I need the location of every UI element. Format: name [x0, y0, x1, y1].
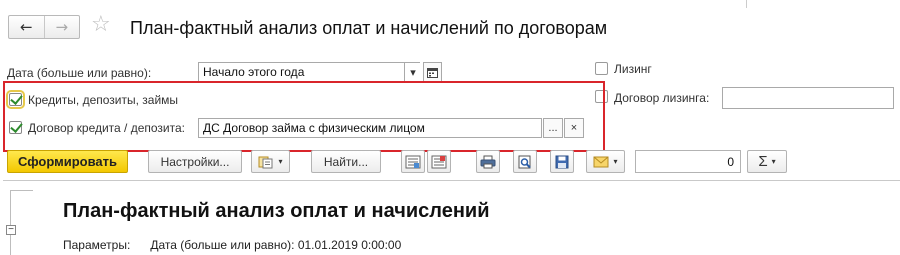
report-variants-icon [258, 156, 273, 168]
report-grouping-gutter [10, 190, 33, 255]
leasing-label: Лизинг [614, 62, 652, 76]
credit-contract-label: Договор кредита / депозита: [28, 121, 186, 135]
chevron-down-icon: ▾ [410, 66, 416, 79]
params-value: Дата (больше или равно): 01.01.2019 0:00… [150, 238, 402, 252]
sigma-icon: Σ [758, 153, 768, 170]
chevron-down-icon: ▾ [278, 157, 283, 166]
settings-button[interactable]: Настройки... [148, 150, 242, 173]
save-button[interactable] [550, 150, 574, 173]
printer-icon [480, 155, 496, 168]
collapse-groups-button[interactable] [401, 150, 425, 173]
group-collapse-icon [405, 155, 421, 168]
print-preview-icon [518, 155, 531, 168]
leasing-contract-label: Договор лизинга: [614, 91, 710, 105]
leasing-checkbox[interactable] [595, 62, 608, 75]
send-email-button[interactable]: ▾ [586, 150, 625, 173]
credits-checkbox[interactable] [6, 90, 25, 109]
selected-cells-sum-field[interactable]: 0 [635, 150, 741, 173]
generate-button[interactable]: Сформировать [7, 150, 128, 173]
sum-mode-button[interactable]: Σ ▾ [747, 150, 787, 173]
credit-contract-field[interactable]: ДС Договор займа с физическим лицом [198, 118, 542, 138]
report-top-border [3, 180, 900, 181]
calendar-icon [427, 67, 438, 78]
params-label: Параметры: [63, 238, 131, 252]
credits-label: Кредиты, депозиты, займы [28, 93, 179, 107]
leasing-contract-checkbox[interactable] [595, 90, 608, 103]
window-divider [746, 0, 747, 8]
report-parameters: Параметры: Дата (больше или равно): 01.01… [63, 238, 401, 252]
arrow-right-icon: → [55, 18, 69, 36]
expand-groups-button[interactable] [427, 150, 451, 173]
collapse-group-icon[interactable]: − [6, 225, 16, 235]
print-button[interactable] [476, 150, 500, 173]
page-title: План-фактный анализ оплат и начислений п… [130, 18, 608, 38]
report-title: План-фактный анализ оплат и начислений [63, 200, 490, 222]
preview-button[interactable] [513, 150, 537, 173]
arrow-left-icon: ← [19, 18, 33, 36]
back-button[interactable]: ← [9, 16, 45, 38]
floppy-disk-icon [555, 155, 569, 168]
credit-contract-clear-button[interactable]: × [564, 118, 584, 138]
calendar-button[interactable] [423, 62, 442, 82]
find-button[interactable]: Найти... [311, 150, 381, 173]
forward-button[interactable]: → [45, 16, 80, 38]
history-nav: ← → [8, 15, 80, 39]
favorite-star-icon[interactable]: ☆ [91, 12, 111, 37]
highlight-frame [3, 81, 605, 152]
variants-button[interactable]: ▾ [251, 150, 290, 173]
leasing-contract-field[interactable] [722, 87, 894, 109]
chevron-down-icon: ▾ [613, 157, 618, 166]
chevron-down-icon: ▾ [771, 157, 776, 166]
credit-contract-select-button[interactable]: ... [543, 118, 563, 138]
date-dropdown-button[interactable]: ▾ [404, 63, 421, 81]
envelope-icon [593, 156, 609, 167]
credit-contract-checkbox[interactable] [9, 121, 22, 134]
date-field[interactable]: Начало этого года [198, 62, 420, 82]
group-expand-icon [431, 155, 447, 168]
date-label: Дата (больше или равно): [7, 66, 152, 80]
